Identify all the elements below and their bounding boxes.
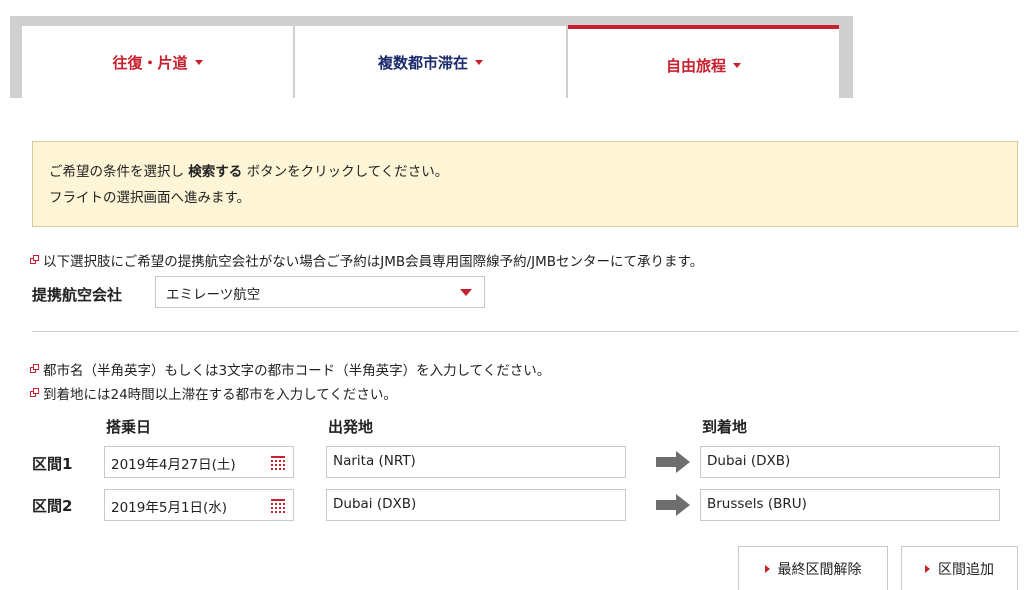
calendar-icon[interactable] bbox=[271, 499, 285, 513]
segment-1-departure-field[interactable]: Narita (NRT) bbox=[326, 446, 626, 478]
stay-note: 到着地には24時間以上滞在する都市を入力してください。 bbox=[30, 383, 397, 403]
caret-down-icon bbox=[733, 63, 741, 68]
segment-2-departure-field[interactable]: Dubai (DXB) bbox=[326, 489, 626, 521]
caret-right-icon bbox=[764, 564, 770, 573]
segment-1-arrival-field[interactable]: Dubai (DXB) bbox=[700, 446, 1000, 478]
stay-note-text: 到着地には24時間以上滞在する都市を入力してください。 bbox=[43, 387, 397, 403]
segment-2-arrival-field[interactable]: Brussels (BRU) bbox=[700, 489, 1000, 521]
dropdown-triangle-icon bbox=[460, 289, 472, 296]
tab-bar: 往復・片道 複数都市滞在 自由旅程 bbox=[10, 16, 853, 102]
segment-1-departure-value: Narita (NRT) bbox=[333, 453, 416, 469]
tab-free-itinerary[interactable]: 自由旅程 bbox=[568, 25, 839, 102]
airline-selected-value: エミレーツ航空 bbox=[166, 287, 261, 303]
segment-1-label: 区間1 bbox=[32, 455, 73, 473]
caret-right-icon bbox=[925, 564, 930, 573]
info-text: ボタンをクリックしてください。 bbox=[242, 164, 449, 180]
add-segment-button[interactable]: 区間追加 bbox=[901, 546, 1018, 590]
tab-free-itinerary-label: 自由旅程 bbox=[665, 57, 726, 75]
city-note-text: 都市名（半角英字）もしくは3文字の都市コード（半角英字）を入力してください。 bbox=[43, 363, 551, 379]
tab-multi-city-label: 複数都市滞在 bbox=[377, 53, 468, 72]
segment-2-arrival-value: Brussels (BRU) bbox=[707, 496, 807, 512]
info-line-1: ご希望の条件を選択し 検索する ボタンをクリックしてください。 bbox=[49, 159, 1001, 185]
segment-2-label: 区間2 bbox=[32, 497, 73, 515]
info-line-2: フライトの選択画面へ進みます。 bbox=[49, 190, 251, 206]
external-link-icon bbox=[30, 255, 40, 265]
caret-down-icon bbox=[475, 59, 483, 65]
city-note: 都市名（半角英字）もしくは3文字の都市コード（半角英字）を入力してください。 bbox=[30, 359, 550, 379]
calendar-icon[interactable] bbox=[271, 456, 285, 470]
segment-2-departure-value: Dubai (DXB) bbox=[333, 496, 417, 512]
tab-multi-city[interactable]: 複数都市滞在 bbox=[295, 26, 566, 98]
tab-round-trip-label: 往復・片道 bbox=[112, 53, 188, 72]
airline-note-text: 以下選択肢にご希望の提携航空会社がない場合ご予約はJMB会員専用国際線予約/JM… bbox=[43, 254, 704, 270]
segment-2-date-field[interactable]: 2019年5月1日(水) bbox=[104, 489, 294, 521]
info-box: ご希望の条件を選択し 検索する ボタンをクリックしてください。 フライトの選択画… bbox=[32, 141, 1018, 227]
arrow-right-icon bbox=[656, 494, 690, 516]
remove-last-segment-button[interactable]: 最終区間解除 bbox=[738, 546, 888, 590]
remove-last-segment-label: 最終区間解除 bbox=[777, 561, 862, 578]
segment-1-date-field[interactable]: 2019年4月27日(土) bbox=[104, 446, 294, 478]
external-link-icon bbox=[30, 388, 40, 398]
caret-down-icon bbox=[194, 59, 203, 65]
arrow-right-icon bbox=[656, 451, 690, 473]
add-segment-label: 区間追加 bbox=[938, 561, 994, 578]
airline-label: 提携航空会社 bbox=[32, 286, 123, 304]
date-header: 搭乗日 bbox=[106, 418, 152, 436]
external-link-icon bbox=[30, 364, 40, 374]
segment-2-date-value: 2019年5月1日(水) bbox=[111, 500, 228, 516]
info-text-bold: 検索する bbox=[188, 164, 243, 180]
info-text: ご希望の条件を選択し bbox=[49, 164, 189, 180]
tab-round-trip[interactable]: 往復・片道 bbox=[22, 26, 293, 98]
airline-select[interactable]: エミレーツ航空 bbox=[155, 276, 485, 308]
segment-1-arrival-value: Dubai (DXB) bbox=[707, 453, 791, 469]
segment-1-date-value: 2019年4月27日(土) bbox=[111, 457, 236, 473]
arrival-header: 到着地 bbox=[702, 418, 748, 436]
divider bbox=[32, 331, 1018, 332]
airline-note[interactable]: 以下選択肢にご希望の提携航空会社がない場合ご予約はJMB会員専用国際線予約/JM… bbox=[30, 250, 703, 270]
departure-header: 出発地 bbox=[328, 418, 374, 436]
